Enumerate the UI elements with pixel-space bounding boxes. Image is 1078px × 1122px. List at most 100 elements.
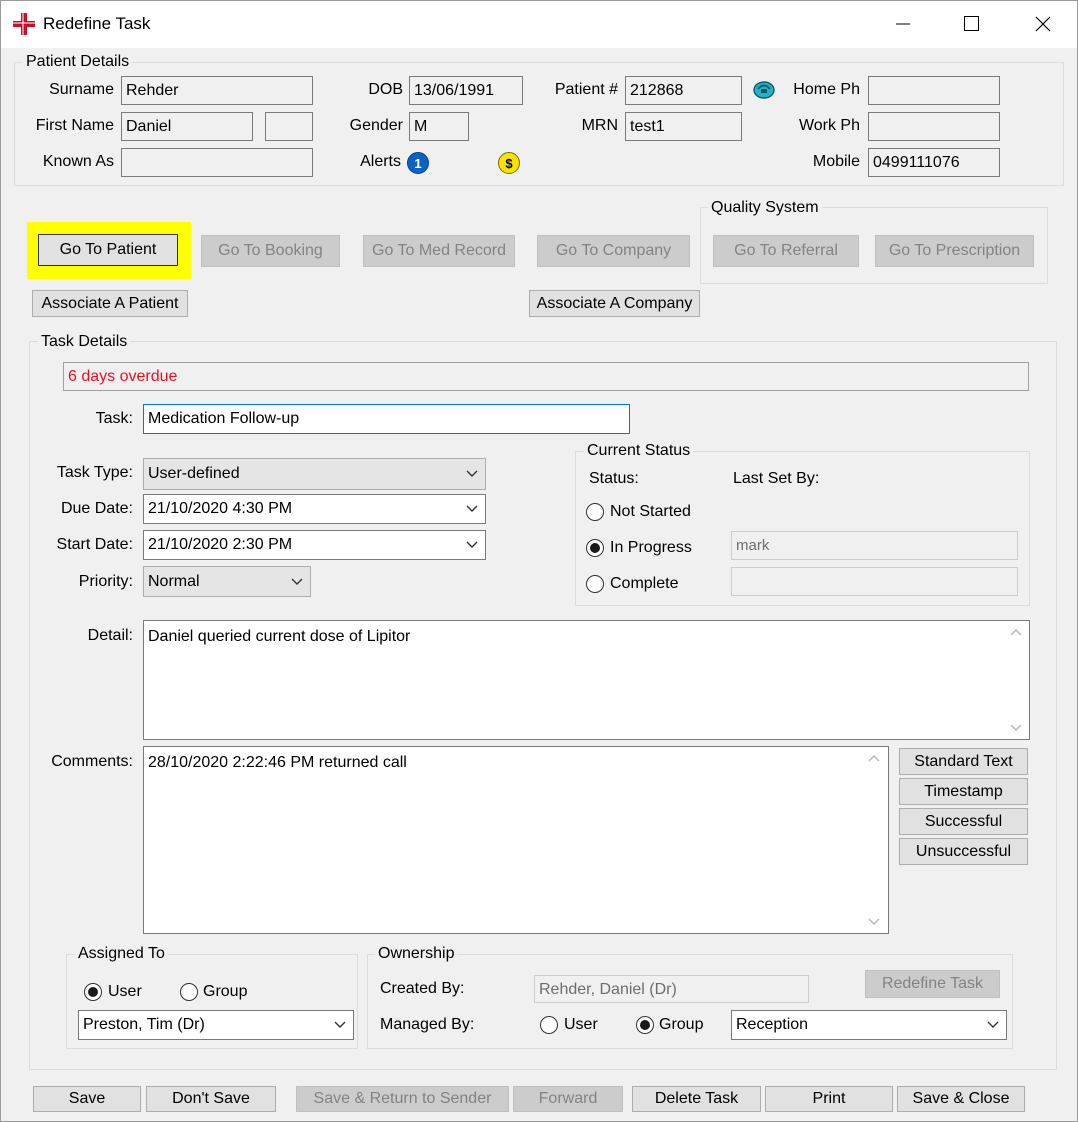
- scroll-up-icon: [1010, 629, 1022, 636]
- due-date-picker[interactable]: 21/10/2020 4:30 PM: [143, 494, 486, 524]
- redefine-task-button[interactable]: Redefine Task: [865, 970, 1000, 998]
- detail-text: Daniel queried current dose of Lipitor: [148, 628, 411, 645]
- forward-button[interactable]: Forward: [513, 1086, 623, 1112]
- go-to-med-record-button[interactable]: Go To Med Record: [363, 235, 515, 267]
- priority-select[interactable]: Normal: [143, 566, 311, 597]
- scroll-down-icon: [868, 918, 880, 925]
- middle-name-field[interactable]: [265, 112, 313, 141]
- surname-field[interactable]: Rehder: [121, 76, 313, 105]
- patient-details-legend: Patient Details: [23, 53, 133, 71]
- minimize-button[interactable]: [872, 0, 934, 48]
- comments-scrollbar[interactable]: [862, 748, 886, 932]
- timestamp-button[interactable]: Timestamp: [899, 778, 1028, 805]
- created-by-field: Rehder, Daniel (Dr): [534, 975, 809, 1003]
- not-started-label[interactable]: Not Started: [610, 502, 691, 522]
- task-type-select[interactable]: User-defined: [143, 458, 486, 490]
- go-to-referral-button[interactable]: Go To Referral: [713, 235, 859, 267]
- assigned-user-label[interactable]: User: [108, 982, 142, 1002]
- task-name-input[interactable]: Medication Follow-up: [143, 404, 630, 434]
- standard-text-button[interactable]: Standard Text: [899, 748, 1028, 775]
- managed-user-label[interactable]: User: [564, 1015, 598, 1035]
- associate-patient-button[interactable]: Associate A Patient: [32, 290, 188, 317]
- save-button[interactable]: Save: [33, 1086, 141, 1112]
- last-set-by-label: Last Set By:: [733, 470, 820, 487]
- save-and-close-button[interactable]: Save & Close: [897, 1086, 1025, 1112]
- not-started-radio[interactable]: [586, 503, 604, 521]
- due-date-value: 21/10/2020 4:30 PM: [148, 500, 293, 517]
- in-progress-radio[interactable]: [586, 539, 604, 557]
- app-logo-icon: [13, 13, 35, 35]
- print-button[interactable]: Print: [765, 1086, 893, 1112]
- home-phone-field[interactable]: [868, 76, 1000, 105]
- successful-button[interactable]: Successful: [899, 808, 1028, 835]
- managed-group-radio[interactable]: [636, 1016, 654, 1034]
- assigned-group-radio[interactable]: [180, 983, 198, 1001]
- priority-value: Normal: [148, 572, 200, 590]
- chevron-down-icon: [284, 578, 310, 586]
- go-to-company-button[interactable]: Go To Company: [537, 235, 690, 267]
- first-name-field[interactable]: Daniel: [121, 112, 253, 141]
- surname-label: Surname: [49, 81, 114, 98]
- window-title: Redefine Task: [43, 14, 151, 33]
- complete-label[interactable]: Complete: [610, 574, 678, 594]
- go-to-booking-button[interactable]: Go To Booking: [201, 235, 340, 267]
- dob-field[interactable]: 13/06/1991: [409, 76, 523, 105]
- known-as-field[interactable]: [121, 148, 313, 177]
- complete-radio[interactable]: [586, 575, 604, 593]
- detail-scrollbar[interactable]: [1004, 622, 1028, 738]
- close-button[interactable]: [1012, 0, 1074, 48]
- gender-field[interactable]: M: [409, 112, 469, 141]
- comments-textarea[interactable]: 28/10/2020 2:22:46 PM returned call: [143, 746, 889, 934]
- in-progress-label[interactable]: In Progress: [610, 538, 692, 558]
- save-return-to-sender-button[interactable]: Save & Return to Sender: [296, 1086, 509, 1112]
- assigned-to-select[interactable]: Preston, Tim (Dr): [78, 1010, 354, 1040]
- chevron-down-icon: [459, 505, 485, 513]
- status-label: Status:: [589, 470, 639, 487]
- patient-number-label: Patient #: [554, 81, 618, 98]
- managed-group-select[interactable]: Reception: [731, 1010, 1007, 1040]
- dollar-alert-icon[interactable]: $: [498, 152, 520, 174]
- task-label: Task:: [95, 410, 133, 427]
- start-date-picker[interactable]: 21/10/2020 2:30 PM: [143, 530, 486, 560]
- mobile-field[interactable]: 0499111076: [868, 148, 1000, 177]
- maximize-icon: [964, 16, 979, 31]
- associate-company-button[interactable]: Associate A Company: [529, 290, 700, 317]
- alert-count-icon[interactable]: 1: [407, 152, 429, 174]
- chevron-down-icon: [980, 1021, 1006, 1029]
- assigned-to-legend: Assigned To: [75, 945, 168, 963]
- managed-user-radio[interactable]: [540, 1016, 558, 1034]
- go-to-prescription-button[interactable]: Go To Prescription: [875, 235, 1034, 267]
- detail-label: Detail:: [87, 627, 133, 644]
- work-phone-field[interactable]: [868, 112, 1000, 141]
- start-date-label: Start Date:: [56, 536, 133, 553]
- created-by-label: Created By:: [380, 980, 465, 997]
- radio-selected-dot: [590, 543, 600, 553]
- maximize-button[interactable]: [941, 0, 1003, 48]
- known-as-label: Known As: [42, 153, 114, 170]
- patient-number-field[interactable]: 212868: [625, 76, 742, 105]
- unsuccessful-button[interactable]: Unsuccessful: [899, 838, 1028, 865]
- radio-selected-dot: [88, 987, 98, 997]
- dont-save-button[interactable]: Don't Save: [146, 1086, 276, 1112]
- close-icon: [1035, 16, 1051, 32]
- due-date-label: Due Date:: [60, 500, 133, 517]
- detail-textarea[interactable]: Daniel queried current dose of Lipitor: [143, 620, 1030, 740]
- scroll-up-icon: [868, 755, 880, 762]
- delete-task-button[interactable]: Delete Task: [632, 1086, 761, 1112]
- start-date-value: 21/10/2020 2:30 PM: [148, 536, 293, 553]
- mrn-field[interactable]: test1: [625, 112, 742, 141]
- assigned-group-label[interactable]: Group: [203, 982, 247, 1002]
- comments-text: 28/10/2020 2:22:46 PM returned call: [148, 754, 407, 771]
- managed-group-label[interactable]: Group: [659, 1015, 703, 1035]
- chevron-down-icon: [459, 541, 485, 549]
- priority-label: Priority:: [78, 573, 133, 590]
- go-to-patient-button[interactable]: Go To Patient: [38, 234, 178, 266]
- current-status-legend: Current Status: [584, 442, 694, 460]
- radio-selected-dot: [640, 1020, 650, 1030]
- dob-label: DOB: [368, 81, 403, 98]
- chevron-down-icon: [327, 1021, 353, 1029]
- scroll-down-icon: [1010, 724, 1022, 731]
- assigned-user-radio[interactable]: [84, 983, 102, 1001]
- alerts-label: Alerts: [360, 153, 401, 170]
- chevron-down-icon: [459, 470, 485, 478]
